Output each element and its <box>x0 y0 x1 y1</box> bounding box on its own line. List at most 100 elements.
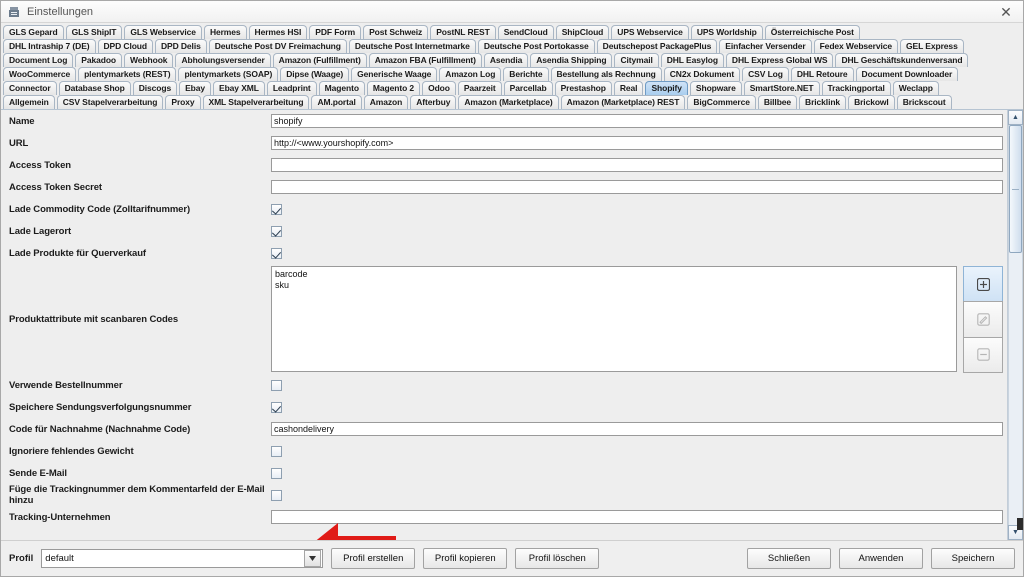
tracking-unternehmen-input[interactable] <box>271 510 1003 524</box>
tab-amazon-marketplace[interactable]: Amazon (Marketplace) <box>458 95 559 109</box>
tab-deutsche-post-internetmarke[interactable]: Deutsche Post Internetmarke <box>348 39 476 53</box>
tab-connector[interactable]: Connector <box>3 81 57 95</box>
nachnahme-code-input[interactable] <box>271 422 1003 436</box>
gewicht-checkbox[interactable] <box>271 445 282 457</box>
tab-abholungsversender[interactable]: Abholungsversender <box>175 53 271 67</box>
tab-amazon-marketplace-rest[interactable]: Amazon (Marketplace) REST <box>560 95 686 109</box>
tab-csv-log[interactable]: CSV Log <box>742 67 789 81</box>
vertical-scrollbar[interactable]: ▲ ▼ <box>1007 110 1023 540</box>
tab-database-shop[interactable]: Database Shop <box>58 81 131 95</box>
querverkauf-checkbox[interactable] <box>271 247 282 259</box>
apply-button[interactable]: Anwenden <box>839 548 923 569</box>
tab-gel-express[interactable]: GEL Express <box>900 39 964 53</box>
tab-dhl-intraship-7-de[interactable]: DHL Intraship 7 (DE) <box>3 39 96 53</box>
tab-csv-stapelverarbeitung[interactable]: CSV Stapelverarbeitung <box>56 95 164 109</box>
tab-ups-webservice[interactable]: UPS Webservice <box>611 25 689 39</box>
tab-deutsche-post-dv-freimachung[interactable]: Deutsche Post DV Freimachung <box>208 39 347 53</box>
tab-webhook[interactable]: Webhook <box>124 53 174 67</box>
tab-trackingportal[interactable]: Trackingportal <box>821 81 891 95</box>
access-token-secret-input[interactable] <box>271 180 1003 194</box>
list-item[interactable]: barcode <box>275 269 953 280</box>
tab-ebay[interactable]: Ebay <box>179 81 212 95</box>
tab-berichte[interactable]: Berichte <box>503 67 549 81</box>
tab-dhl-retoure[interactable]: DHL Retoure <box>790 67 854 81</box>
tab-citymail[interactable]: Citymail <box>614 53 659 67</box>
tab-afterbuy[interactable]: Afterbuy <box>410 95 457 109</box>
tab-cn2x-dokument[interactable]: CN2x Dokument <box>663 67 741 81</box>
tab-generische-waage[interactable]: Generische Waage <box>351 67 438 81</box>
tab-billbee[interactable]: Billbee <box>757 95 798 109</box>
tracking-kommentar-checkbox[interactable] <box>271 489 282 501</box>
tab-odoo[interactable]: Odoo <box>422 81 456 95</box>
tab-dhl-express-global-ws[interactable]: DHL Express Global WS <box>725 53 834 67</box>
tab-am-portal[interactable]: AM.portal <box>311 95 362 109</box>
tab-asendia-shipping[interactable]: Asendia Shipping <box>530 53 613 67</box>
tab-amazon-fba-fulfillment[interactable]: Amazon FBA (Fulfillment) <box>368 53 482 67</box>
tab-ups-worldship[interactable]: UPS Worldship <box>690 25 763 39</box>
tab-dhl-gesch-ftskundenversand[interactable]: DHL Geschäftskundenversand <box>835 53 969 67</box>
tab-asendia[interactable]: Asendia <box>483 53 529 67</box>
tab-real[interactable]: Real <box>613 81 644 95</box>
scroll-up-icon[interactable]: ▲ <box>1008 110 1023 125</box>
tab-magento[interactable]: Magento <box>318 81 365 95</box>
tab-allgemein[interactable]: Allgemein <box>3 95 55 109</box>
copy-profile-button[interactable]: Profil kopieren <box>423 548 508 569</box>
tab-shipcloud[interactable]: ShipCloud <box>555 25 610 39</box>
tab-bricklink[interactable]: Bricklink <box>799 95 847 109</box>
name-input[interactable] <box>271 114 1003 128</box>
add-attribute-button[interactable] <box>963 266 1003 303</box>
tab-plentymarkets-soap[interactable]: plentymarkets (SOAP) <box>178 67 279 81</box>
tab-sterreichische-post[interactable]: Österreichische Post <box>764 25 860 39</box>
tab-prestashop[interactable]: Prestashop <box>554 81 612 95</box>
tab-amazon-fulfillment[interactable]: Amazon (Fulfillment) <box>272 53 367 67</box>
edit-attribute-button[interactable] <box>963 301 1003 338</box>
close-icon[interactable]: ✕ <box>993 2 1019 22</box>
save-button[interactable]: Speichern <box>931 548 1015 569</box>
tab-document-downloader[interactable]: Document Downloader <box>855 67 959 81</box>
delete-profile-button[interactable]: Profil löschen <box>515 548 600 569</box>
tab-leadprint[interactable]: Leadprint <box>266 81 317 95</box>
tab-gls-webservice[interactable]: GLS Webservice <box>124 25 202 39</box>
tab-shopify[interactable]: Shopify <box>645 81 688 95</box>
tab-pdf-form[interactable]: PDF Form <box>309 25 362 39</box>
tab-dhl-easylog[interactable]: DHL Easylog <box>660 53 724 67</box>
scan-codes-list[interactable]: barcode sku <box>271 266 957 372</box>
tab-magento-2[interactable]: Magento 2 <box>366 81 421 95</box>
tab-paarzeit[interactable]: Paarzeit <box>457 81 502 95</box>
scrollbar-thumb[interactable] <box>1009 125 1022 253</box>
tab-postnl-rest[interactable]: PostNL REST <box>430 25 496 39</box>
create-profile-button[interactable]: Profil erstellen <box>331 548 416 569</box>
lagerort-checkbox[interactable] <box>271 225 282 237</box>
tab-dipse-waage[interactable]: Dipse (Waage) <box>280 67 350 81</box>
list-item[interactable]: sku <box>275 280 953 291</box>
tab-hermes-hsi[interactable]: Hermes HSI <box>248 25 308 39</box>
tab-deutsche-post-portokasse[interactable]: Deutsche Post Portokasse <box>477 39 595 53</box>
bestellnummer-checkbox[interactable] <box>271 379 282 391</box>
tab-post-schweiz[interactable]: Post Schweiz <box>363 25 429 39</box>
tab-xml-stapelverarbeitung[interactable]: XML Stapelverarbeitung <box>202 95 310 109</box>
tab-brickowl[interactable]: Brickowl <box>848 95 895 109</box>
url-input[interactable] <box>271 136 1003 150</box>
chevron-down-icon[interactable] <box>304 550 322 567</box>
access-token-input[interactable] <box>271 158 1003 172</box>
tab-document-log[interactable]: Document Log <box>3 53 74 67</box>
tab-woocommerce[interactable]: WooCommerce <box>3 67 77 81</box>
tab-amazon-log[interactable]: Amazon Log <box>439 67 502 81</box>
tab-discogs[interactable]: Discogs <box>132 81 178 95</box>
tab-gls-shipit[interactable]: GLS ShipIT <box>65 25 123 39</box>
sendungsverfolgung-checkbox[interactable] <box>271 401 282 413</box>
profile-select[interactable]: default <box>41 549 324 568</box>
tab-amazon[interactable]: Amazon <box>363 95 409 109</box>
tab-weclapp[interactable]: Weclapp <box>892 81 939 95</box>
scrollbar-track[interactable] <box>1008 125 1023 525</box>
tab-plentymarkets-rest[interactable]: plentymarkets (REST) <box>78 67 177 81</box>
tab-sendcloud[interactable]: SendCloud <box>497 25 554 39</box>
tab-parcellab[interactable]: Parcellab <box>503 81 553 95</box>
tab-fedex-webservice[interactable]: Fedex Webservice <box>813 39 899 53</box>
tab-bestellung-als-rechnung[interactable]: Bestellung als Rechnung <box>550 67 662 81</box>
commodity-code-checkbox[interactable] <box>271 203 282 215</box>
close-button[interactable]: Schließen <box>747 548 831 569</box>
tab-bigcommerce[interactable]: BigCommerce <box>687 95 756 109</box>
tab-smartstore-net[interactable]: SmartStore.NET <box>743 81 820 95</box>
tab-dpd-delis[interactable]: DPD Delis <box>154 39 207 53</box>
